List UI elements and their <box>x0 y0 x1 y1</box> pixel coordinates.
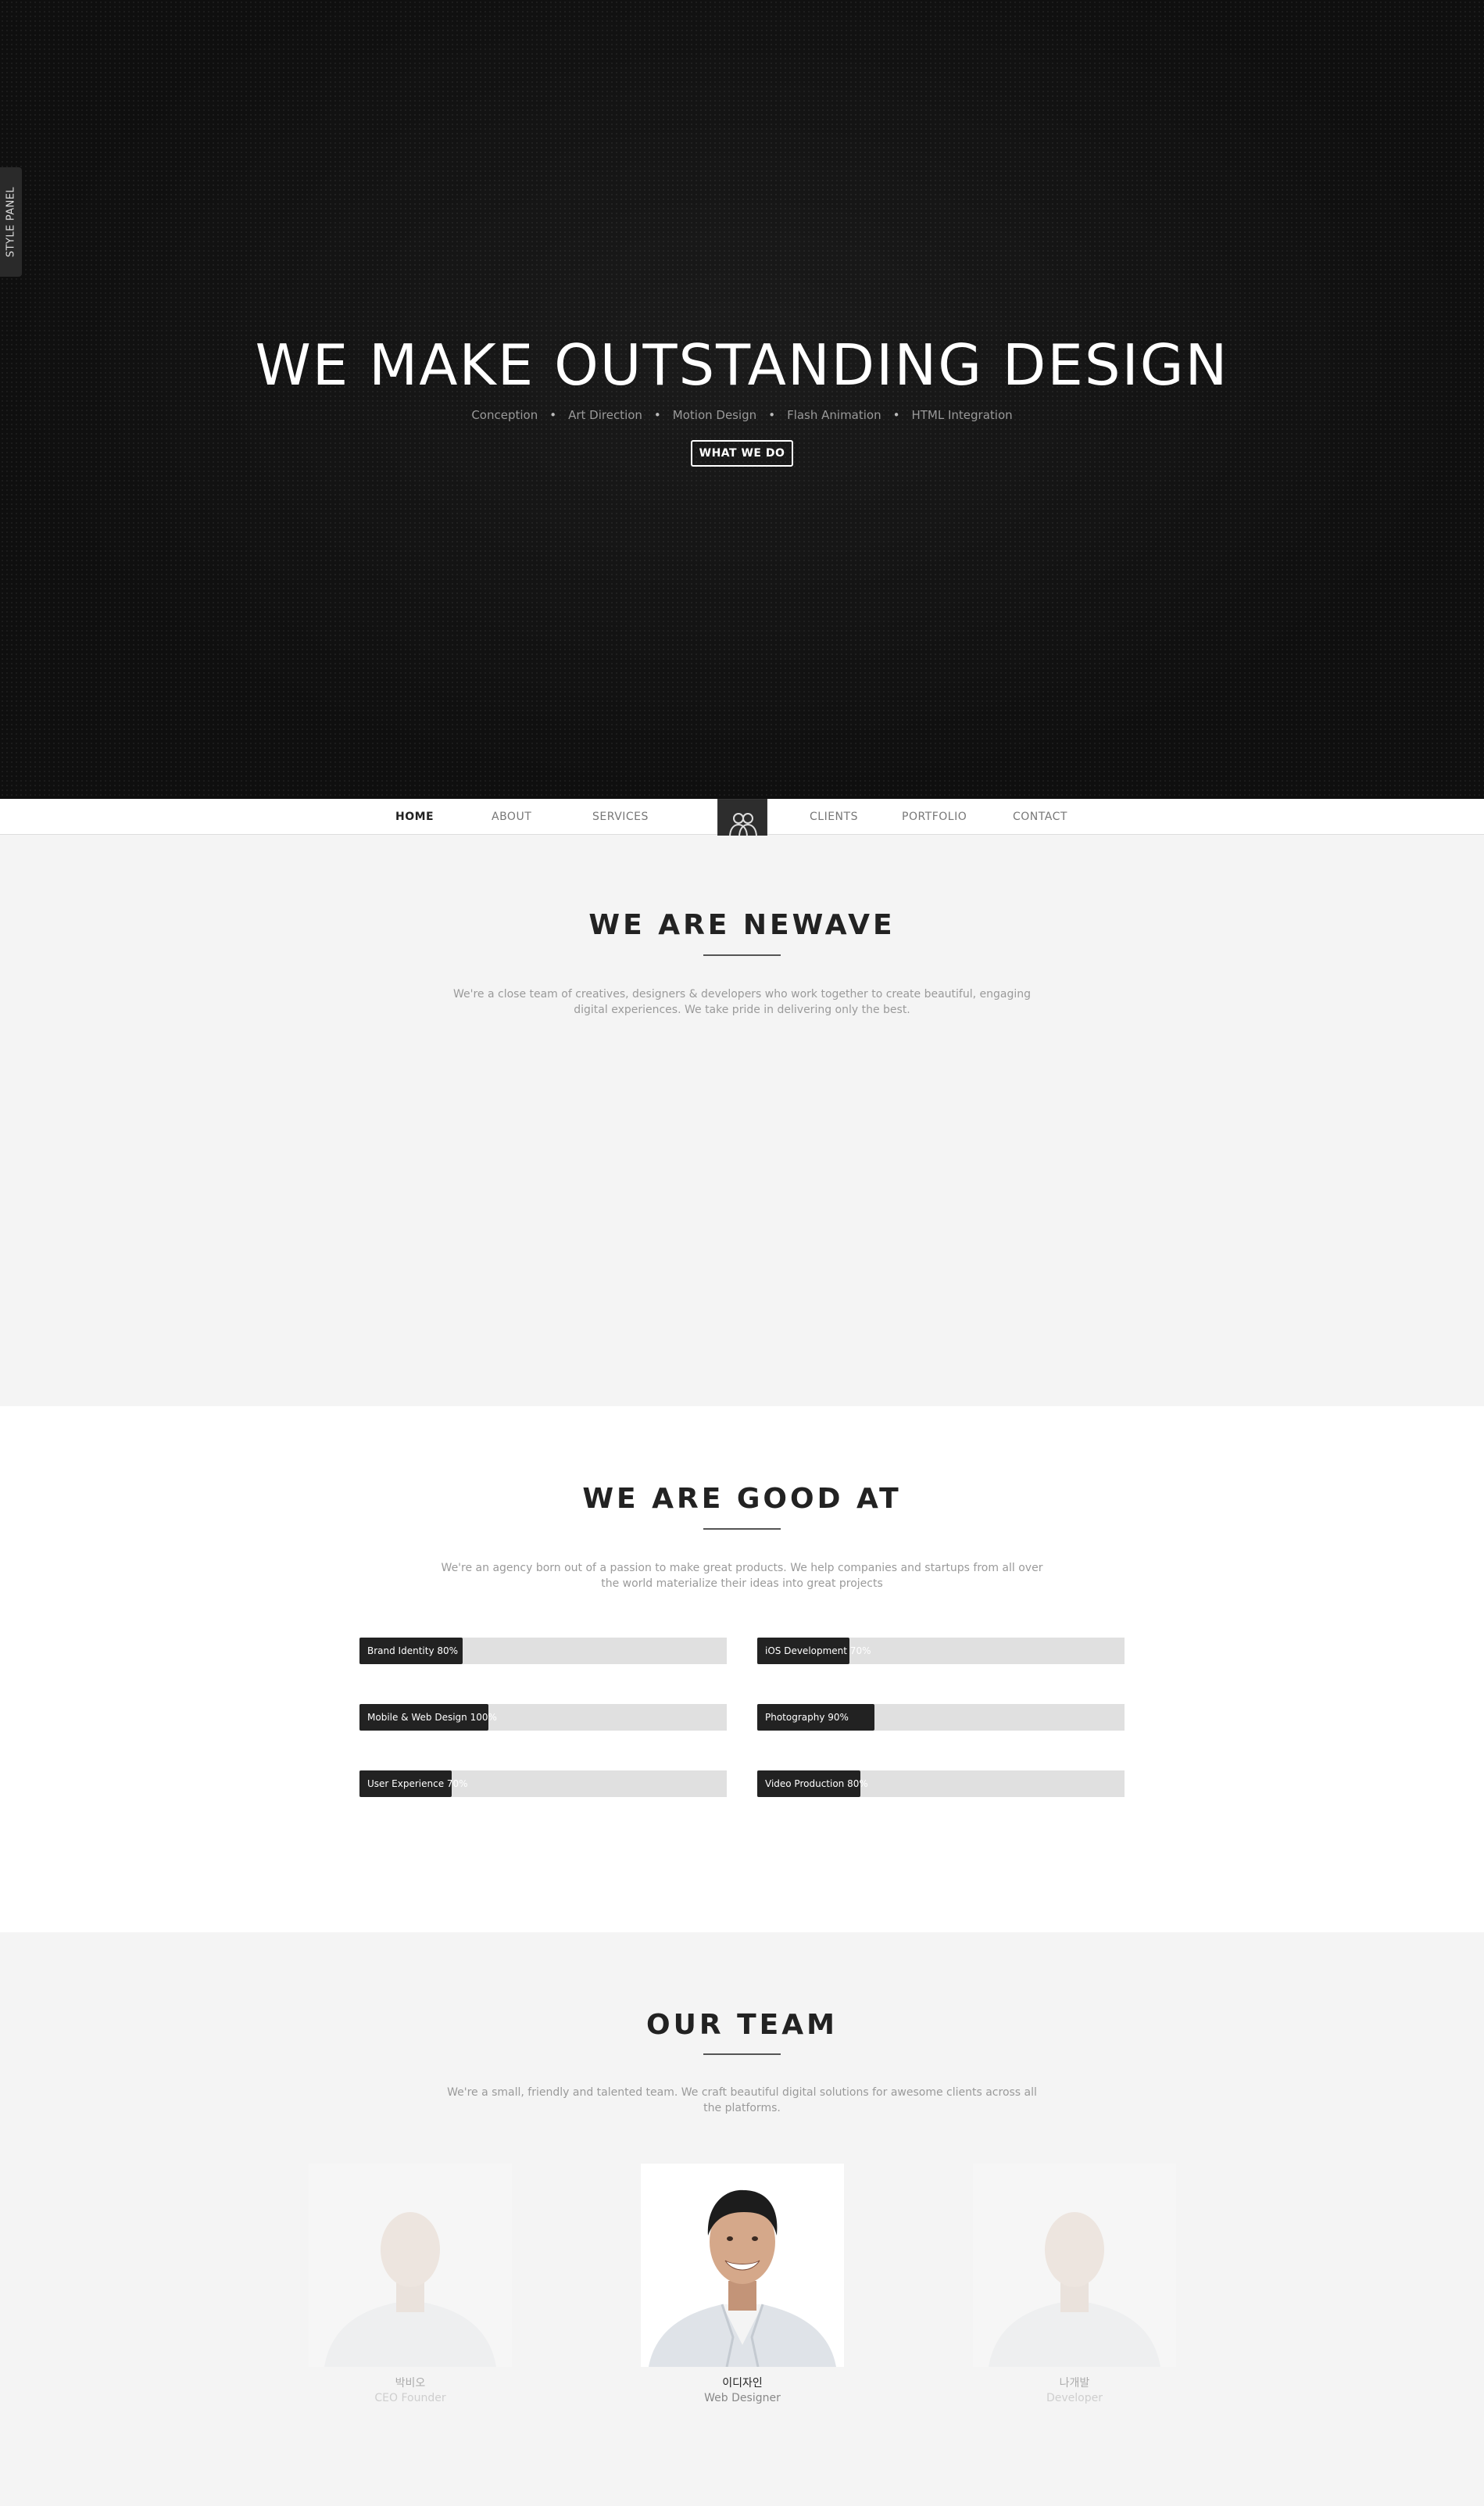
team-photo <box>641 2164 844 2367</box>
about-text-line: We're a close team of creatives, designe… <box>452 988 1032 1001</box>
skill-bar: iOS Development 70% <box>757 1638 1125 1664</box>
service-item: Motion Design <box>672 408 757 422</box>
skills-text-line: We're an agency born out of a passion to… <box>441 1562 1043 1574</box>
title-divider <box>703 1528 781 1530</box>
nav-item-contact[interactable]: CONTACT <box>1013 799 1067 835</box>
team-card[interactable]: 나개발 Developer <box>973 2164 1176 2414</box>
about-title: WE ARE NEWAVE <box>588 909 896 941</box>
about-text-line: digital experiences. We take pride in de… <box>574 1004 910 1016</box>
hero-services: Conception • Art Direction • Motion Design • F… <box>0 408 1484 422</box>
team-member-name: 나개발 <box>1059 2377 1090 2390</box>
bullet-separator: • <box>549 408 557 422</box>
title-divider <box>703 954 781 956</box>
team-member-name: 이디자인 <box>722 2377 763 2390</box>
style-panel-label: STYLE PANEL <box>5 186 17 258</box>
skills-section: WE ARE GOOD AT We're an agency born out … <box>0 1406 1484 1932</box>
skills-text: We're an agency born out of a passion to… <box>0 1560 1484 1591</box>
team-title: OUR TEAM <box>646 2009 838 2041</box>
service-item: Art Direction <box>568 408 642 422</box>
skill-bar: Video Production 80% <box>757 1770 1125 1797</box>
service-item: Flash Animation <box>787 408 881 422</box>
skill-bar: Mobile & Web Design 100% <box>359 1704 727 1731</box>
page: WE MAKE OUTSTANDING DESIGN Conception • Ar… <box>0 0 1484 2506</box>
skill-bar: Brand Identity 80% <box>359 1638 727 1664</box>
team-photo <box>973 2164 1176 2367</box>
team-member-role: Web Designer <box>704 2392 781 2404</box>
person-photo-icon <box>309 2164 512 2367</box>
what-we-do-button[interactable]: WHAT WE DO <box>691 440 793 467</box>
bullet-separator: • <box>768 408 776 422</box>
person-photo-icon <box>641 2164 844 2367</box>
nav-item-home[interactable]: HOME <box>395 799 434 835</box>
team-member-role: Developer <box>1046 2392 1103 2404</box>
team-photo <box>309 2164 512 2367</box>
skill-bar: Photography 90% <box>757 1704 1125 1731</box>
skill-label: Photography 90% <box>765 1712 849 1723</box>
skill-bar: User Experience 70% <box>359 1770 727 1797</box>
team-text-line: the platforms. <box>703 2102 781 2114</box>
about-section: WE ARE NEWAVE We're a close team of crea… <box>0 836 1484 1406</box>
bullet-separator: • <box>653 408 661 422</box>
team-card[interactable]: 이디자인 Web Designer <box>641 2164 844 2414</box>
team-section: OUR TEAM We're a small, friendly and tal… <box>0 1932 1484 2506</box>
team-member-role: CEO Founder <box>374 2392 446 2404</box>
skill-label: Mobile & Web Design 100% <box>367 1712 497 1723</box>
skills-text-line: the world materialize their ideas into g… <box>601 1577 883 1590</box>
bullet-separator: • <box>892 408 900 422</box>
team-member-name: 박비오 <box>395 2377 426 2390</box>
nav-item-about[interactable]: ABOUT <box>492 799 531 835</box>
skill-label: User Experience 70% <box>367 1778 468 1789</box>
skill-label: Brand Identity 80% <box>367 1645 459 1656</box>
team-card[interactable]: 박비오 CEO Founder <box>309 2164 512 2414</box>
service-item: Conception <box>471 408 538 422</box>
team-text: We're a small, friendly and talented tea… <box>0 2085 1484 2116</box>
hero-section: WE MAKE OUTSTANDING DESIGN Conception • Ar… <box>0 0 1484 799</box>
service-item: HTML Integration <box>911 408 1013 422</box>
about-text: We're a close team of creatives, designe… <box>0 986 1484 1018</box>
team-text-line: We're a small, friendly and talented tea… <box>447 2086 1037 2099</box>
skill-label: iOS Development 70% <box>765 1645 871 1656</box>
nav-item-portfolio[interactable]: PORTFOLIO <box>902 799 967 835</box>
nav-item-services[interactable]: SERVICES <box>592 799 649 835</box>
title-divider <box>703 2053 781 2055</box>
nav-item-clients[interactable]: CLIENTS <box>810 799 858 835</box>
person-photo-icon <box>973 2164 1176 2367</box>
style-panel-tab[interactable]: STYLE PANEL <box>0 167 22 277</box>
hero-title: WE MAKE OUTSTANDING DESIGN <box>255 332 1229 398</box>
skill-label: Video Production 80% <box>765 1778 868 1789</box>
skills-title: WE ARE GOOD AT <box>582 1483 902 1515</box>
